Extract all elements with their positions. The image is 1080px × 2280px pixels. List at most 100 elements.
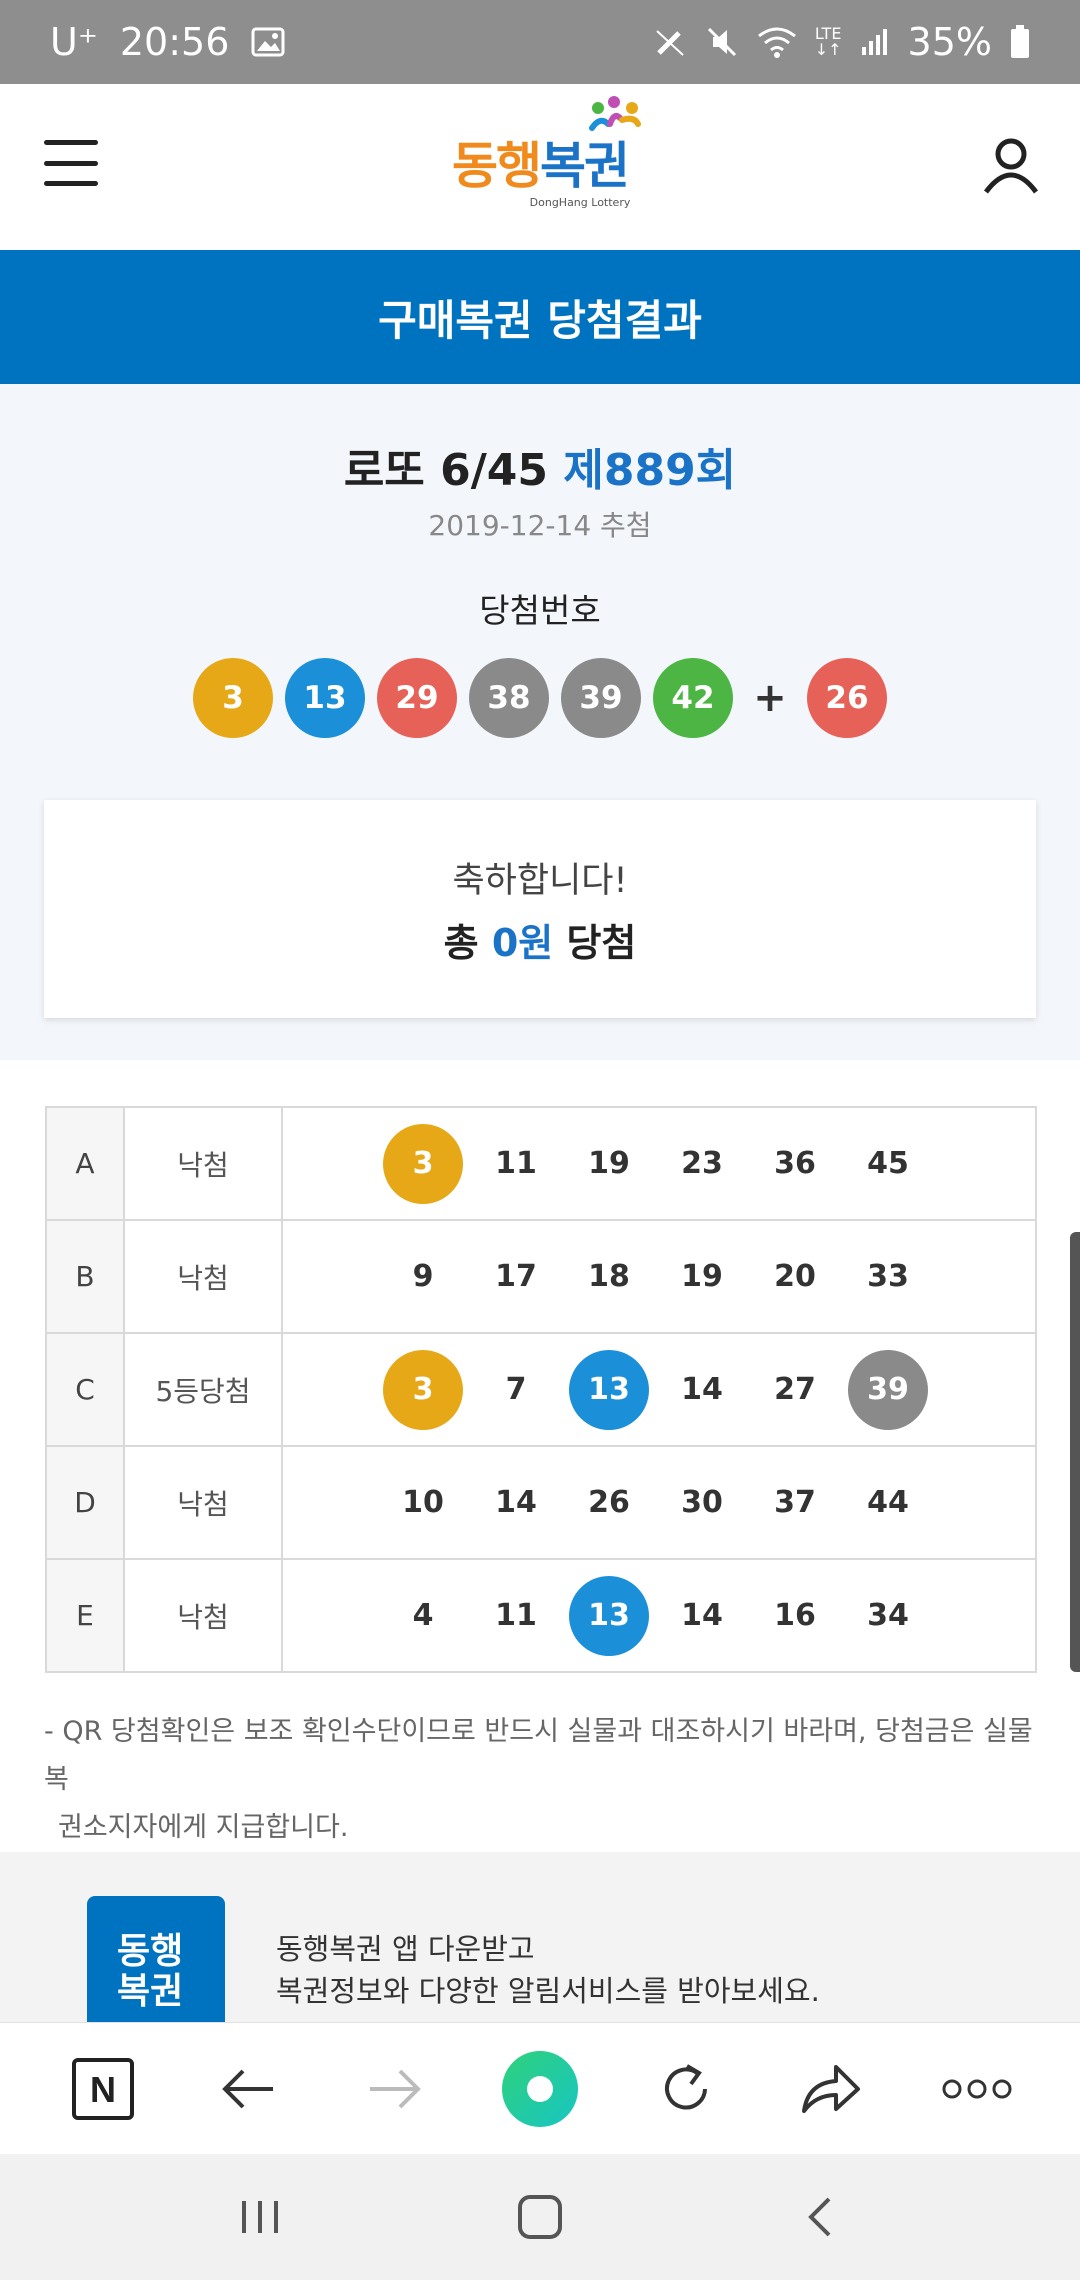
logo[interactable]: 동행복권 DongHang Lottery — [450, 95, 642, 209]
game-number: 18 — [588, 1259, 630, 1294]
app-logo-icon: 동행 복권 — [87, 1896, 225, 2022]
refresh-icon[interactable] — [641, 2044, 731, 2134]
game-numbers: 9 17 18 19 20 33 — [281, 1219, 1037, 1334]
game-letter: E — [45, 1558, 125, 1673]
battery-percent: 35% — [907, 20, 992, 64]
page-title-banner: 구매복권 당첨결과 — [0, 250, 1080, 384]
gallery-icon — [251, 27, 285, 57]
game-result: 5등당첨 — [123, 1332, 283, 1447]
matched-number-ball: 39 — [848, 1349, 928, 1430]
game-number: 23 — [681, 1146, 723, 1181]
scrollbar-handle[interactable] — [1070, 1232, 1080, 1672]
purchased-games-table: A 낙첨 3 11 19 23 36 45 B 낙첨 9 17 18 19 20 33 C 5등당첨 3 7 13 14 2… — [45, 1106, 1037, 1673]
logo-subtitle: DongHang Lottery — [529, 195, 631, 209]
game-number: 10 — [402, 1485, 444, 1520]
app-promo-banner[interactable]: 동행 복권 동행복권 앱 다운받고 복권정보와 다양한 알림서비스를 받아보세요… — [0, 1852, 1080, 2022]
game-name: 로또 6/45 — [343, 445, 549, 496]
user-icon[interactable] — [980, 134, 1042, 196]
signal-icon — [860, 27, 890, 57]
congrats-message: 축하합니다! — [452, 861, 628, 901]
winning-numbers: 3 13 29 38 39 42 +26 — [0, 658, 1080, 738]
game-letter: A — [45, 1106, 125, 1221]
game-number: 14 — [681, 1372, 723, 1407]
matched-number-ball: 3 — [383, 1123, 463, 1204]
naver-icon[interactable]: N — [58, 2044, 148, 2134]
matched-number-ball: 3 — [383, 1349, 463, 1430]
status-bar: U⁺ 20:56 LTE ↓↑ 35% — [0, 0, 1080, 84]
back-nav-icon[interactable] — [775, 2172, 865, 2262]
mute-icon — [705, 25, 739, 59]
qr-notice-line2: 권소지자에게 지급합니다. — [58, 1812, 349, 1843]
game-row: B 낙첨 9 17 18 19 20 33 — [45, 1219, 1037, 1334]
game-row: D 낙첨 10 14 26 30 37 44 — [45, 1445, 1037, 1560]
game-number: 30 — [681, 1485, 723, 1520]
system-nav-bar — [0, 2154, 1080, 2280]
congrats-card: 축하합니다! 총 0원 당첨 — [44, 800, 1036, 1018]
winning-number-ball: 42 — [653, 658, 733, 738]
game-result: 낙첨 — [123, 1445, 283, 1560]
game-number: 34 — [867, 1598, 909, 1633]
game-number: 14 — [681, 1598, 723, 1633]
naver-letter: N — [90, 2069, 116, 2110]
game-row: E 낙첨 4 11 13 14 16 34 — [45, 1558, 1037, 1673]
game-numbers: 10 14 26 30 37 44 — [281, 1445, 1037, 1560]
game-number: 37 — [774, 1485, 816, 1520]
logo-text-part1: 동행 — [452, 136, 542, 195]
game-letter: C — [45, 1332, 125, 1447]
matched-number-ball: 13 — [569, 1349, 649, 1430]
game-number: 19 — [588, 1146, 630, 1181]
game-numbers: 4 11 13 14 16 34 — [281, 1558, 1037, 1673]
pen-icon — [653, 25, 687, 59]
clock: 20:56 — [119, 20, 230, 64]
game-number: 27 — [774, 1372, 816, 1407]
page-title: 구매복권 당첨결과 — [378, 295, 702, 345]
game-number: 16 — [774, 1598, 816, 1633]
bonus-plus-sign: + — [753, 675, 787, 721]
game-numbers: 3 11 19 23 36 45 — [281, 1106, 1037, 1221]
game-result: 낙첨 — [123, 1219, 283, 1334]
draw-round: 제889회 — [563, 445, 737, 496]
browser-toolbar: N — [0, 2022, 1080, 2154]
forward-icon[interactable] — [349, 2044, 439, 2134]
game-letter: B — [45, 1219, 125, 1334]
game-number: 9 — [412, 1259, 434, 1294]
home-icon[interactable] — [495, 2172, 585, 2262]
game-number: 17 — [495, 1259, 537, 1294]
menu-icon[interactable] — [44, 140, 98, 186]
winning-number-ball: 38 — [469, 658, 549, 738]
prize-total: 총 0원 당첨 — [44, 912, 1036, 967]
prize-prefix: 총 — [443, 921, 479, 965]
game-number: 36 — [774, 1146, 816, 1181]
game-result: 낙첨 — [123, 1106, 283, 1221]
more-icon[interactable] — [932, 2044, 1022, 2134]
promo-line1: 동행복권 앱 다운받고 — [276, 1932, 535, 1966]
qr-notice-line1: - QR 당첨확인은 보조 확인수단이므로 반드시 실물과 대조하시기 바라며,… — [44, 1716, 1033, 1795]
game-number: 20 — [774, 1259, 816, 1294]
draw-result-section: 로또 6/45 제889회 2019-12-14 추첨 당첨번호 3 13 29 38… — [0, 384, 1080, 1060]
game-number: 44 — [867, 1485, 909, 1520]
wifi-icon — [757, 26, 797, 58]
share-icon[interactable] — [786, 2044, 876, 2134]
green-dot-icon[interactable] — [495, 2044, 585, 2134]
draw-title: 로또 6/45 제889회 — [0, 434, 1080, 498]
game-numbers: 3 7 13 14 27 39 — [281, 1332, 1037, 1447]
game-result: 낙첨 — [123, 1558, 283, 1673]
game-row: A 낙첨 3 11 19 23 36 45 — [45, 1106, 1037, 1221]
back-icon[interactable] — [204, 2044, 294, 2134]
carrier-label: U⁺ — [50, 20, 98, 64]
recent-apps-icon[interactable] — [215, 2172, 305, 2262]
battery-icon — [1010, 25, 1030, 59]
game-number: 7 — [505, 1372, 527, 1407]
game-row: C 5등당첨 3 7 13 14 27 39 — [45, 1332, 1037, 1447]
game-number: 19 — [681, 1259, 723, 1294]
game-number: 11 — [495, 1146, 537, 1181]
game-number: 14 — [495, 1485, 537, 1520]
app-icon-text-line2: 복권 — [117, 1971, 184, 2012]
logo-mark-icon — [578, 94, 648, 158]
game-number: 45 — [867, 1146, 909, 1181]
game-number: 33 — [867, 1259, 909, 1294]
game-number: 4 — [412, 1598, 434, 1633]
game-number: 11 — [495, 1598, 537, 1633]
site-header: 동행복권 DongHang Lottery — [0, 84, 1080, 250]
winning-number-ball: 39 — [561, 658, 641, 738]
